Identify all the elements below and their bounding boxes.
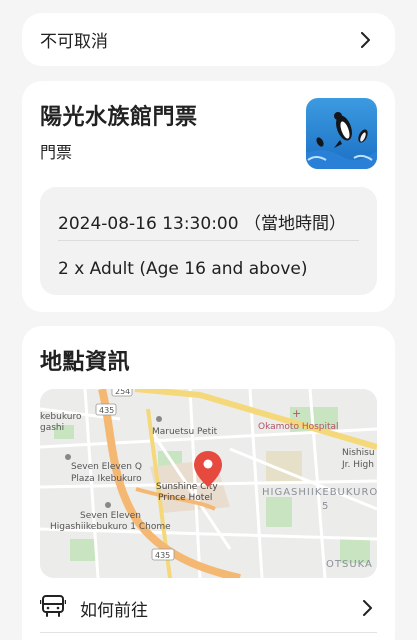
ticket-subtitle: 門票: [40, 143, 73, 162]
map-label-seven-q-1: Seven Eleven Q: [71, 462, 142, 472]
map-label-seven-h-2: Higashiikebukuro 1 Chome: [50, 522, 171, 532]
map-road-435-top: 435: [99, 406, 114, 415]
map-label-gashi: gashi: [40, 423, 64, 433]
map-road-435-bottom: 435: [155, 551, 170, 560]
directions-row[interactable]: 如何前往: [39, 588, 377, 628]
map-label-seven-q-2: Plaza Ikebukuro: [71, 474, 142, 484]
map-label-otsuka: OTSUKA: [326, 559, 373, 570]
location-card: 地點資訊 254 435 kebukuro gashi Maruetsu Pet…: [22, 326, 395, 640]
booking-details-box: 2024-08-16 13:30:00 （當地時間） 2 x Adult (Ag…: [40, 187, 377, 295]
ticket-card: 陽光水族館門票 門票 2024-08-16 13:30:00 （當地時間） 2 …: [22, 81, 395, 312]
map-label-seven-h-1: Seven Eleven: [80, 511, 141, 521]
svg-text:+: +: [292, 407, 301, 420]
ticket-title: 陽光水族館門票: [40, 105, 198, 130]
map-label-jr-high: Jr. High: [341, 460, 374, 470]
location-title: 地點資訊: [40, 350, 131, 375]
map-label-sunshine-2: Prince Hotel: [158, 493, 212, 503]
map-label-higashiikebukuro: HIGASHIIKEBUKURO: [262, 487, 377, 498]
map-label-ikebukuro: kebukuro: [40, 412, 82, 422]
directions-label: 如何前往: [80, 600, 148, 621]
chevron-right-icon: [355, 30, 375, 50]
details-divider: [58, 240, 359, 241]
map-label-maruetsu: Maruetsu Petit: [152, 427, 218, 437]
map-label-okamoto: Okamoto Hospital: [258, 422, 339, 432]
cancellation-policy-row[interactable]: 不可取消: [22, 13, 395, 66]
ticket-quantity: 2 x Adult (Age 16 and above): [58, 259, 308, 279]
location-map[interactable]: 254 435 kebukuro gashi Maruetsu Petit Ok…: [40, 389, 377, 578]
aquarium-thumbnail: [306, 98, 377, 169]
cancellation-label: 不可取消: [40, 32, 108, 52]
chevron-right-icon: [357, 598, 377, 618]
bus-icon: [39, 594, 67, 622]
map-road-254: 254: [115, 389, 130, 396]
map-label-district-num: 5: [322, 501, 328, 512]
map-label-nishisu: Nishisu: [342, 448, 375, 458]
bottom-divider: [40, 632, 377, 633]
booking-datetime: 2024-08-16 13:30:00 （當地時間）: [58, 214, 346, 234]
